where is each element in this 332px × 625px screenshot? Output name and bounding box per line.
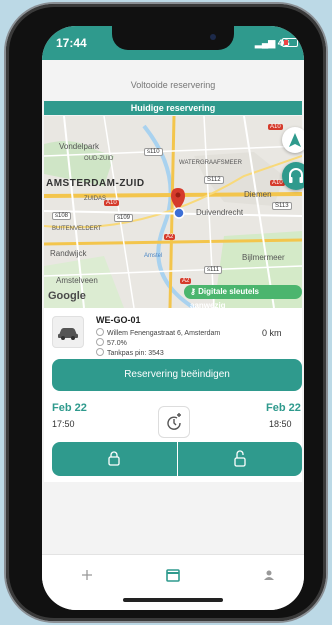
road-badge: s109 (114, 214, 134, 222)
current-location-icon (173, 207, 185, 219)
start-time: 17:50 (52, 419, 75, 429)
road-badge: s111 (204, 266, 223, 274)
completed-reservation-link[interactable]: Voltooide reservering (42, 80, 304, 90)
fuel-row: 57.0% (96, 338, 127, 347)
tank-pin: Tankpas pin: 3543 (107, 350, 164, 357)
address: Willem Fenengastraat 6, Amsterdam (107, 330, 221, 337)
map-view[interactable]: Vondelpark OUD-ZUID WATERGRAAFSMEER AMST… (44, 116, 302, 308)
tab-add[interactable] (72, 565, 102, 585)
google-logo: Google (48, 290, 86, 302)
map-label-watergraafsmeer: WATERGRAAFSMEER (179, 160, 243, 166)
map-label-zuidas: ZUIDAS (84, 196, 107, 202)
road-badge: s110 (144, 148, 163, 156)
car-icon (58, 328, 78, 340)
unlock-button[interactable] (178, 442, 302, 476)
key-icon: ⚷ (190, 287, 199, 296)
fuel-level: 57.0% (107, 340, 127, 347)
lock-button[interactable] (52, 442, 178, 476)
extend-reservation-button[interactable] (158, 406, 190, 438)
navigation-arrow-icon (289, 133, 301, 147)
map-label-vondelpark: Vondelpark (59, 142, 100, 151)
digital-keys-badge: ⚷ Digitale sleutels aanwezig (184, 285, 302, 308)
tab-profile[interactable] (254, 565, 284, 585)
lock-controls (52, 442, 302, 476)
extend-time-icon (167, 413, 181, 430)
map-label-amsterdam-zuid: AMSTERDAM-ZUID (46, 178, 145, 189)
app-screen: 17:44 ▂▄▆ 4G Voltooide reservering Huidi… (42, 26, 304, 610)
camera (210, 34, 216, 40)
battery-icon (282, 38, 298, 47)
navigate-button[interactable] (282, 127, 304, 153)
headset-icon (289, 168, 303, 183)
map-label-amstelveen: Amstelveen (56, 276, 98, 285)
calendar-icon (166, 569, 180, 582)
reservation-card: WE-GO-01 Willem Fenengastraat 6, Amsterd… (44, 308, 302, 482)
plus-icon (82, 570, 92, 580)
tank-pin-row: Tankpas pin: 3543 (96, 348, 164, 357)
fuel-icon (96, 338, 104, 346)
status-time: 17:44 (56, 36, 87, 50)
end-reservation-button[interactable]: Reservering beëindigen (52, 359, 302, 391)
end-time: 18:50 (269, 419, 292, 429)
unlock-icon (234, 450, 246, 467)
tab-reservations[interactable] (158, 565, 188, 585)
start-date: Feb 22 (52, 402, 87, 414)
road-badge: s108 (52, 212, 72, 220)
car-thumbnail (52, 316, 84, 348)
person-icon (264, 570, 274, 580)
map-label-amstel: Amstel (144, 253, 163, 259)
map-label-buitenveldert: BUITENVELDERT (52, 226, 102, 232)
highway-badge: A10 (268, 124, 283, 130)
distance: 0 km (262, 328, 282, 338)
status-bar: 17:44 ▂▄▆ 4G (42, 26, 304, 60)
location-icon (96, 328, 104, 336)
map-label-bijlmermeer: Bijlmermeer (242, 253, 285, 262)
phone-frame: 17:44 ▂▄▆ 4G Voltooide reservering Huidi… (6, 4, 326, 621)
road-badge: S113 (272, 202, 292, 210)
road-badge: S112 (204, 176, 224, 184)
address-row: Willem Fenengastraat 6, Amsterdam (96, 328, 220, 337)
support-button[interactable] (282, 162, 304, 190)
lock-icon (108, 451, 120, 466)
current-reservation-banner: Huidige reservering (44, 101, 302, 115)
highway-badge: A2 (164, 234, 176, 240)
map-label-diemen: Diemen (244, 190, 272, 199)
highway-badge: A10 (104, 200, 119, 206)
map-label-duivendrecht: Duivendrecht (196, 208, 244, 217)
highway-badge: A2 (180, 278, 192, 284)
home-indicator (123, 598, 223, 602)
end-date: Feb 22 (266, 402, 301, 414)
map-label-oud-zuid: OUD-ZUID (84, 156, 114, 162)
map-label-randwijck: Randwijck (50, 249, 87, 258)
card-icon (96, 348, 104, 356)
car-plate: WE-GO-01 (96, 315, 141, 325)
